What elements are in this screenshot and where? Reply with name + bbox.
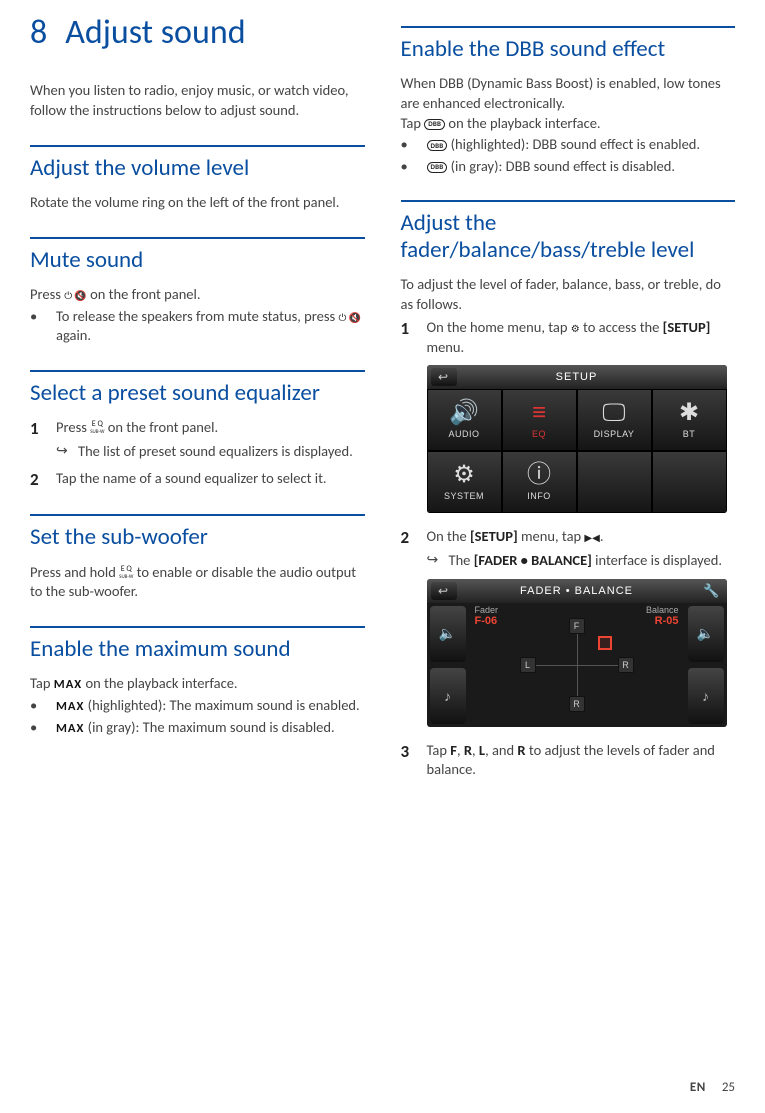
dbb-icon: DBB — [424, 119, 445, 130]
fader-balance-screenshot: ↩ FADER • BALANCE 🔧 🔈 ♪ FaderF-06 Balanc… — [427, 579, 727, 727]
dbb-bullet-2: • DBB (in gray): DBB sound effect is dis… — [401, 157, 736, 177]
max-icon: MAX — [56, 699, 84, 714]
max-bullet-2: • MAX (in gray): The maximum sound is di… — [30, 718, 365, 738]
footer-page: 25 — [722, 1080, 735, 1095]
fb-crosshair: F R L R — [522, 620, 632, 710]
arrow-icon: ↪ — [56, 442, 78, 462]
power-mute-icon: ⏻ 🔇 — [338, 310, 361, 323]
step-number: 1 — [30, 418, 56, 439]
max-bullet-1: • MAX (highlighted): The maximum sound i… — [30, 696, 365, 716]
divider — [30, 237, 365, 239]
bullet-dot: • — [30, 307, 56, 327]
dbb-tap: Tap DBB on the playback interface. — [401, 114, 736, 134]
dbb-icon: DBB — [427, 140, 448, 151]
dbb-p1: When DBB (Dynamic Bass Boost) is enabled… — [401, 74, 736, 113]
eq-step-2: 2 Tap the name of a sound equalizer to s… — [30, 469, 365, 490]
step-number: 2 — [30, 469, 56, 490]
max-tap: Tap MAX on the playback interface. — [30, 674, 365, 694]
fader-step2-sub: ↪ The [FADER • BALANCE] interface is dis… — [427, 551, 736, 571]
divider — [30, 626, 365, 628]
setup-cell-audio: 🔊AUDIO — [427, 389, 502, 451]
divider — [401, 200, 736, 202]
section-fader: Adjust the fader/balance/bass/treble lev… — [401, 210, 736, 263]
divider — [30, 514, 365, 516]
fb-speaker-icon: 🔈 — [430, 606, 466, 662]
fb-note-icon: ♪ — [688, 668, 724, 724]
eq-subw-icon: E QSUB-W — [90, 421, 104, 436]
setup-screenshot: ↩ SETUP 🔊AUDIO ≡EQ 🖵DISPLAY ✱BT ⚙SYSTEM … — [427, 365, 727, 513]
subwoofer-body: Press and hold E QSUB-W to enable or dis… — [30, 563, 365, 602]
setup-cell-display: 🖵DISPLAY — [577, 389, 652, 451]
section-eq: Select a preset sound equalizer — [30, 380, 365, 406]
eq-subw-icon: E QSUB-W — [119, 566, 133, 581]
mute-bullet-text: To release the speakers from mute status… — [56, 307, 365, 346]
gear-icon: ⚙ — [571, 322, 580, 335]
section-subwoofer: Set the sub-woofer — [30, 524, 365, 550]
bullet-dot: • — [30, 718, 56, 738]
setup-cell-eq: ≡EQ — [502, 389, 577, 451]
chapter-title-text: Adjust sound — [65, 12, 245, 53]
mute-press-pre: Press — [30, 285, 64, 303]
fb-title: FADER • BALANCE — [520, 585, 633, 597]
intro-text: When you listen to radio, enjoy music, o… — [30, 81, 365, 120]
eq-step1-sub: ↪ The list of preset sound equalizers is… — [56, 442, 365, 462]
mute-press-post: on the front panel. — [87, 285, 201, 303]
back-icon: ↩ — [431, 368, 457, 386]
chapter-title: 8 Adjust sound — [30, 14, 365, 51]
power-mute-icon: ⏻ 🔇 — [64, 289, 87, 302]
section-volume: Adjust the volume level — [30, 155, 365, 181]
section-dbb: Enable the DBB sound effect — [401, 36, 736, 62]
mute-bullet: • To release the speakers from mute stat… — [30, 307, 365, 346]
fb-speaker-icon: 🔈 — [688, 606, 724, 662]
divider — [30, 145, 365, 147]
fader-step-3: 3 Tap F, R, L, and R to adjust the level… — [401, 741, 736, 780]
setup-title: SETUP — [556, 371, 598, 383]
eq-step-1: 1 Press E QSUB-W on the front panel. ↪ T… — [30, 418, 365, 461]
section-max: Enable the maximum sound — [30, 636, 365, 662]
setup-cell-empty — [652, 451, 727, 513]
max-icon: MAX — [56, 721, 84, 736]
fader-intro: To adjust the level of fader, balance, b… — [401, 275, 736, 314]
setup-cell-info: ⓘINFO — [502, 451, 577, 513]
divider — [401, 26, 736, 28]
chapter-number: 8 — [30, 14, 47, 51]
volume-body: Rotate the volume ring on the left of th… — [30, 193, 365, 213]
step-number: 3 — [401, 741, 427, 762]
bullet-dot: • — [30, 696, 56, 716]
step-number: 2 — [401, 527, 427, 548]
setup-cell-empty — [577, 451, 652, 513]
divider — [30, 370, 365, 372]
max-icon: MAX — [54, 677, 82, 692]
fader-step-2: 2 On the [SETUP] menu, tap ▶◀. ↪ The [FA… — [401, 527, 736, 570]
fb-marker — [598, 636, 612, 650]
dbb-icon: DBB — [427, 162, 448, 173]
setup-cell-bt: ✱BT — [652, 389, 727, 451]
section-mute: Mute sound — [30, 247, 365, 273]
back-icon: ↩ — [431, 582, 457, 600]
footer-lang: EN — [690, 1080, 706, 1095]
page-footer: EN 25 — [690, 1080, 735, 1095]
fader-step-1: 1 On the home menu, tap ⚙ to access the … — [401, 318, 736, 357]
step-number: 1 — [401, 318, 427, 339]
arrow-icon: ↪ — [427, 551, 449, 571]
wrench-icon: 🔧 — [703, 583, 720, 599]
fb-note-icon: ♪ — [430, 668, 466, 724]
dbb-bullet-1: • DBB (highlighted): DBB sound effect is… — [401, 135, 736, 155]
bullet-dot: • — [401, 157, 427, 177]
mute-press: Press ⏻ 🔇 on the front panel. — [30, 285, 365, 305]
setup-cell-system: ⚙SYSTEM — [427, 451, 502, 513]
bullet-dot: • — [401, 135, 427, 155]
speakers-icon: ▶◀ — [584, 531, 599, 544]
